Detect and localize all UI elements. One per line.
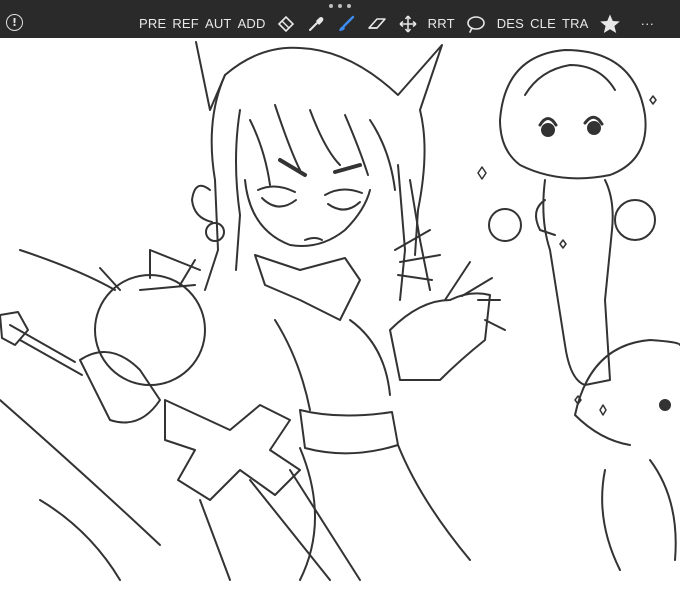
ear [191, 184, 213, 223]
third-char-body [601, 459, 677, 571]
grip-dot [338, 4, 342, 8]
tool-ref[interactable]: REF [172, 11, 199, 37]
tool-star[interactable] [599, 13, 621, 35]
tool-rrt[interactable]: RRT [428, 11, 455, 37]
sword-handle [9, 324, 83, 376]
more-options-button[interactable]: ··· [641, 11, 655, 37]
hair-left [204, 74, 226, 291]
tool-lasso[interactable] [465, 14, 487, 34]
tool-eyedropper[interactable] [306, 14, 326, 34]
tool-tra[interactable]: TRA [562, 11, 589, 37]
chibi-pupil-right [587, 121, 601, 135]
chibi-pupil-left [541, 123, 555, 137]
right-gauntlet [389, 292, 491, 381]
mouth [304, 237, 323, 241]
tool-move[interactable] [398, 14, 418, 34]
neck-armor [254, 254, 361, 321]
brush-icon [338, 15, 354, 31]
exclamation-icon: ! [11, 16, 18, 29]
skirt [299, 444, 471, 581]
chibi-head [499, 49, 647, 180]
claw-fingers [444, 261, 506, 331]
hair-left-inner [235, 109, 241, 271]
eraser-tag-icon [277, 15, 294, 33]
tool-strip: PRE REF AUT ADD RRT DES CLE TRA ··· [139, 11, 654, 37]
shoulder-spikes [99, 249, 196, 291]
flower-right [614, 199, 656, 241]
move-icon [399, 15, 417, 33]
chest [274, 319, 391, 411]
motion-lines [0, 249, 161, 581]
bangs [249, 104, 396, 191]
left-eye [257, 185, 297, 208]
info-button[interactable]: ! [6, 14, 23, 31]
right-eye [324, 188, 363, 211]
star-icon [599, 14, 620, 33]
grip-dot [329, 4, 333, 8]
tool-eraser[interactable] [366, 14, 388, 34]
gauntlet-left [79, 351, 161, 424]
third-char-head [574, 339, 680, 446]
tool-des[interactable]: DES [497, 11, 524, 37]
tool-add[interactable]: ADD [238, 11, 266, 37]
sword-guard [164, 399, 301, 501]
flower-left [488, 208, 522, 242]
sword-pommel [0, 311, 29, 346]
eraser-icon [367, 18, 386, 29]
belly [299, 409, 399, 455]
top-toolbar: ! PRE REF AUT ADD RRT DES CLE TRA ··· [0, 0, 680, 38]
eyedropper-icon [308, 17, 323, 31]
tool-pre[interactable]: PRE [139, 11, 166, 37]
tool-cle[interactable]: CLE [530, 11, 556, 37]
brow-right [333, 163, 362, 174]
drawing-canvas[interactable] [0, 38, 680, 590]
sketch-artwork [0, 41, 680, 581]
tool-aut[interactable]: AUT [205, 11, 232, 37]
tool-brush[interactable] [336, 14, 356, 34]
chibi-body [542, 179, 614, 386]
hair-outline [195, 41, 443, 256]
shoulder-pad [94, 274, 206, 386]
third-char-eye [659, 399, 671, 411]
grip-dot [347, 4, 351, 8]
drag-handle[interactable] [329, 3, 351, 9]
brow-left [278, 158, 307, 177]
chibi-bangs [524, 64, 616, 96]
spikes [139, 229, 441, 291]
earring [205, 222, 225, 242]
tool-fill[interactable] [276, 14, 296, 34]
speech-bubble-icon [466, 16, 485, 33]
